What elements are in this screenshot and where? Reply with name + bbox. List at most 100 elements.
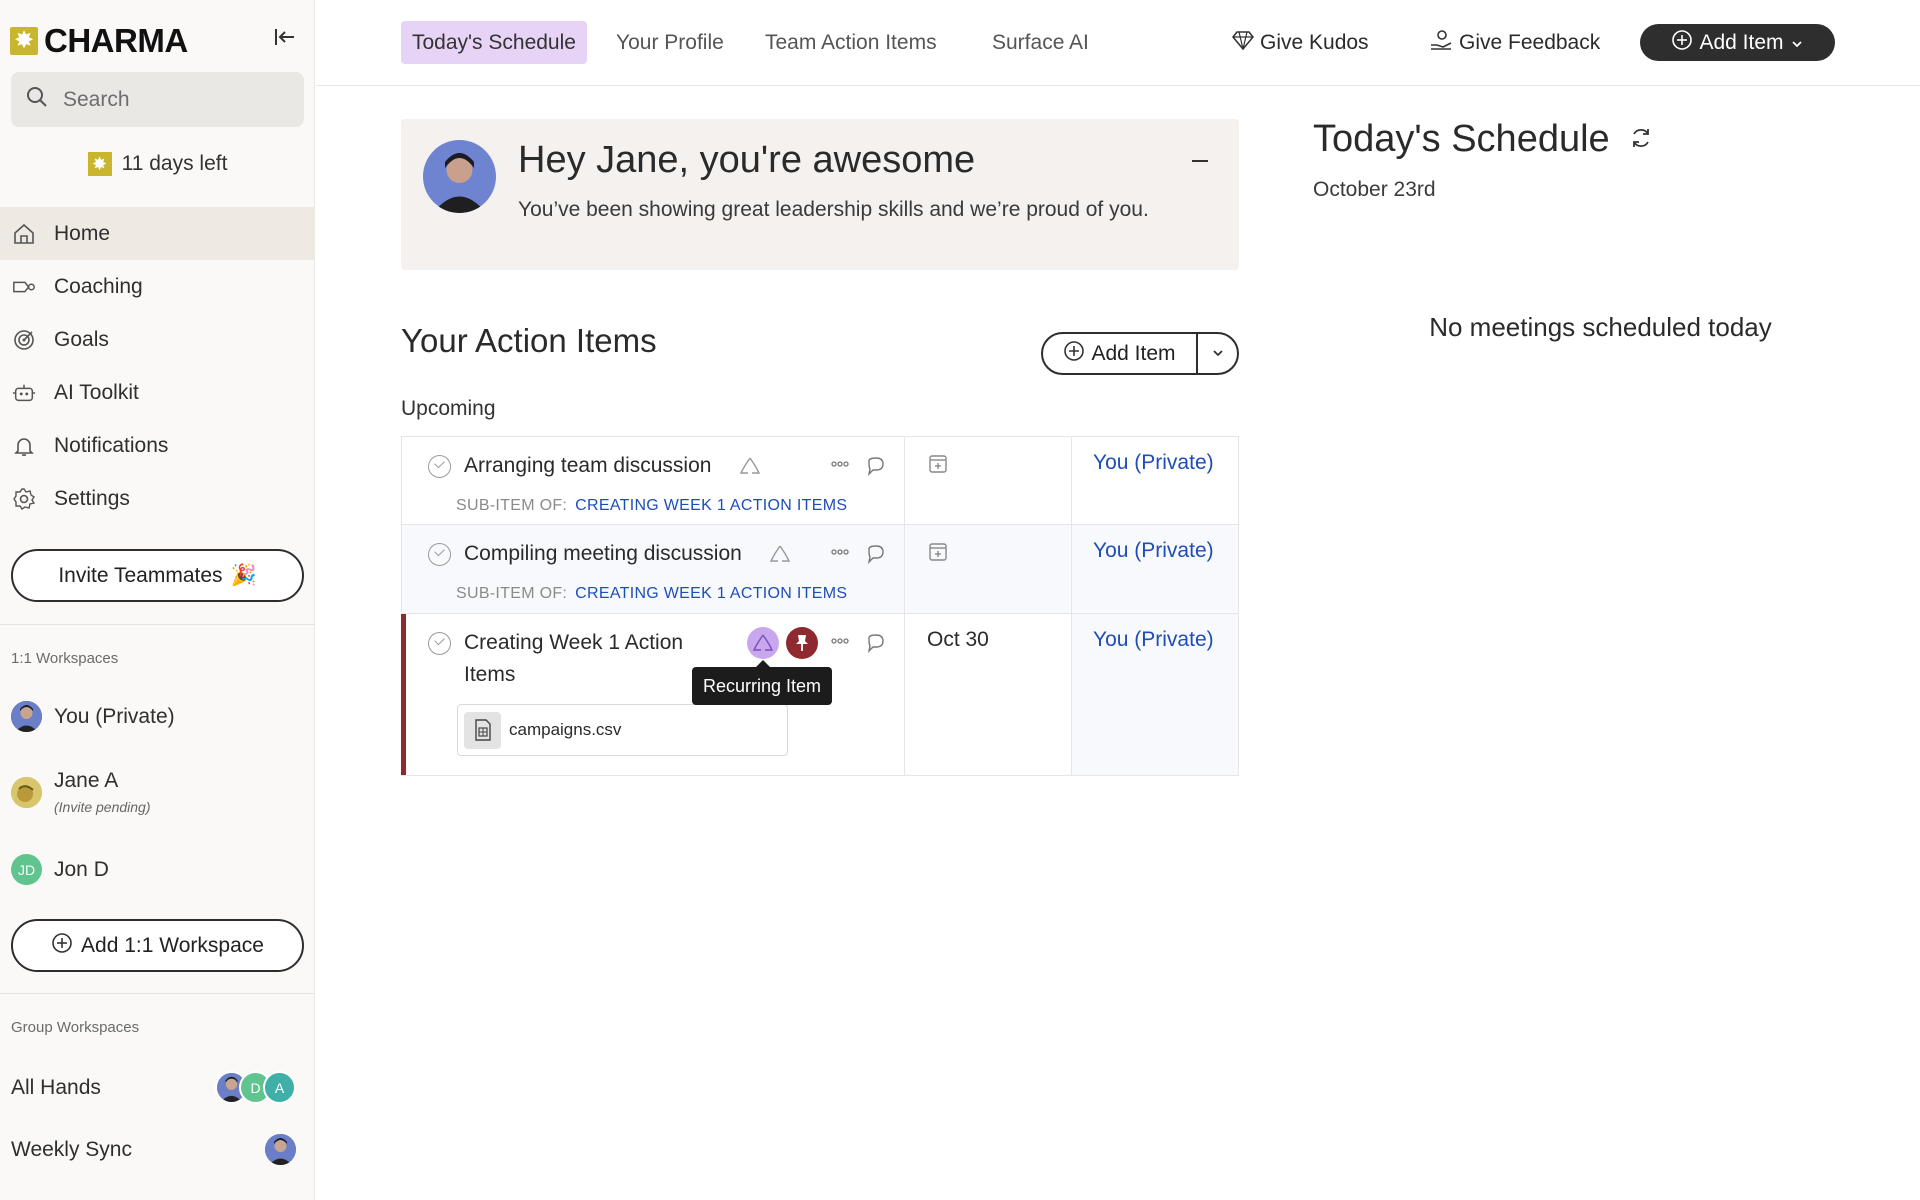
item-cell: Arranging team discussion SUB-ITEM OF: CR… — [402, 437, 905, 524]
table-row: Compiling meeting discussion SUB-ITEM OF… — [402, 525, 1238, 614]
owner-cell: You (Private) — [1072, 437, 1238, 524]
coaching-icon — [12, 275, 36, 299]
comment-icon[interactable] — [864, 454, 888, 478]
complete-checkbox[interactable] — [428, 543, 451, 566]
nav-item-ai-toolkit[interactable]: AI Toolkit — [0, 366, 315, 419]
sidebar-divider — [0, 993, 315, 994]
workspace-item-jane-a[interactable]: Jane A (Invite pending) — [11, 769, 304, 815]
plus-circle-icon — [1671, 29, 1693, 57]
group-section-label: Group Workspaces — [11, 1019, 140, 1036]
tab-surface-ai[interactable]: Surface AI — [981, 21, 1100, 64]
owner-link[interactable]: You (Private) — [1093, 539, 1214, 563]
parent-item-link[interactable]: CREATING WEEK 1 ACTION ITEMS — [575, 497, 847, 514]
invite-pending-status: (Invite pending) — [54, 799, 151, 815]
group-name: Weekly Sync — [11, 1137, 132, 1161]
attachment-chip[interactable]: campaigns.csv — [457, 704, 788, 756]
owner-cell: You (Private) — [1072, 614, 1238, 775]
empty-schedule-message: No meetings scheduled today — [1429, 312, 1772, 342]
trial-days-left: 11 days left — [121, 152, 228, 175]
feedback-hand-icon — [1429, 29, 1453, 57]
recurring-icon[interactable] — [747, 627, 779, 659]
trial-star-icon: ✸ — [87, 152, 112, 176]
comment-icon[interactable] — [864, 542, 888, 566]
chevron-down-icon — [1790, 31, 1804, 55]
owner-link[interactable]: You (Private) — [1093, 451, 1214, 475]
add-date-icon[interactable] — [926, 451, 950, 475]
trial-status[interactable]: ✸ 11 days left — [0, 152, 315, 176]
party-popper-icon: 🎉 — [230, 563, 257, 587]
add-item-menu-button[interactable]: Add Item — [1640, 24, 1835, 61]
invite-teammates-button[interactable]: Invite Teammates 🎉 — [11, 549, 304, 602]
avatar — [11, 776, 42, 808]
minimize-icon[interactable] — [1186, 149, 1214, 173]
add-item-dropdown-toggle[interactable] — [1198, 334, 1237, 373]
parent-item-link[interactable]: CREATING WEEK 1 ACTION ITEMS — [575, 585, 847, 602]
robot-icon — [12, 381, 36, 405]
workspace-name: Jane A — [54, 769, 119, 792]
group-item-all-hands[interactable]: All Hands D A — [11, 1071, 296, 1104]
workspace-item-you-private[interactable]: You (Private) — [11, 701, 304, 732]
sub-item-label: SUB-ITEM OF: CREATING WEEK 1 ACTION ITEMS — [456, 585, 847, 603]
home-icon — [12, 222, 36, 246]
kudos-message: You’ve been showing great leadership ski… — [518, 198, 1149, 221]
item-title[interactable]: Creating Week 1 Action Items — [464, 627, 709, 691]
kudos-card: Hey Jane, you're awesome You’ve been sho… — [401, 119, 1239, 270]
charma-logo[interactable]: CHARMA — [10, 22, 188, 60]
complete-checkbox[interactable] — [428, 455, 451, 478]
sub-item-prefix: SUB-ITEM OF: — [456, 497, 568, 514]
add-action-item-button[interactable]: Add Item — [1043, 334, 1198, 373]
plus-circle-icon — [51, 932, 73, 960]
give-feedback-button[interactable]: Give Feedback — [1429, 21, 1600, 64]
sub-item-label: SUB-ITEM OF: CREATING WEEK 1 ACTION ITEMS — [456, 497, 847, 515]
give-feedback-label: Give Feedback — [1459, 30, 1601, 54]
item-title[interactable]: Arranging team discussion — [464, 450, 711, 482]
workspace-text: Jane A (Invite pending) — [54, 769, 151, 815]
tab-todays-schedule[interactable]: Today's Schedule — [401, 21, 587, 64]
search-input[interactable] — [63, 87, 283, 112]
nav-item-goals[interactable]: Goals — [0, 313, 315, 366]
refresh-icon[interactable] — [1628, 118, 1654, 161]
more-options-icon[interactable] — [828, 452, 852, 476]
more-options-icon[interactable] — [828, 629, 852, 653]
nav-label: Settings — [54, 486, 130, 510]
item-title[interactable]: Compiling meeting discussion — [464, 538, 742, 570]
nav-item-home[interactable]: Home — [0, 207, 315, 260]
complete-checkbox[interactable] — [428, 632, 451, 655]
recurring-item-tooltip: Recurring Item — [692, 660, 833, 705]
due-date-cell — [905, 525, 1072, 613]
sub-item-prefix: SUB-ITEM OF: — [456, 585, 568, 602]
workspace-item-jon-d[interactable]: JD Jon D — [11, 854, 304, 885]
add-workspace-button[interactable]: Add 1:1 Workspace — [11, 919, 304, 972]
recurring-icon[interactable] — [738, 454, 762, 478]
search-box[interactable] — [11, 72, 304, 127]
schedule-date: October 23rd — [1313, 178, 1436, 201]
more-options-icon[interactable] — [828, 540, 852, 564]
pin-icon[interactable] — [786, 627, 818, 659]
add-item-label: Add Item — [1699, 30, 1784, 54]
tab-your-profile[interactable]: Your Profile — [605, 21, 735, 64]
member-avatar-stack: D A — [215, 1071, 296, 1104]
comment-icon[interactable] — [864, 631, 888, 655]
action-items-title: Your Action Items — [401, 322, 657, 359]
one-on-one-section-label: 1:1 Workspaces — [11, 650, 119, 667]
kudos-title: Hey Jane, you're awesome — [518, 139, 976, 181]
nav-item-notifications[interactable]: Notifications — [0, 419, 315, 472]
recurring-icon[interactable] — [768, 542, 792, 566]
attachment-filename: campaigns.csv — [509, 720, 622, 739]
avatar — [11, 701, 42, 732]
nav-item-coaching[interactable]: Coaching — [0, 260, 315, 313]
schedule-header: Today's Schedule — [1313, 118, 1654, 161]
owner-link[interactable]: You (Private) — [1093, 628, 1214, 652]
add-date-icon[interactable] — [926, 539, 950, 563]
main-nav: Home Coaching Goals AI Toolkit Notificat… — [0, 207, 315, 525]
nav-item-settings[interactable]: Settings — [0, 472, 315, 525]
give-kudos-button[interactable]: Give Kudos — [1231, 21, 1369, 64]
due-date[interactable]: Oct 30 — [927, 628, 989, 652]
group-item-weekly-sync[interactable]: Weekly Sync — [11, 1134, 296, 1165]
collapse-sidebar-icon[interactable] — [270, 24, 300, 50]
search-icon — [25, 85, 49, 114]
due-date-cell — [905, 437, 1072, 524]
invite-label: Invite Teammates — [58, 563, 223, 587]
logo-text: CHARMA — [44, 22, 188, 59]
tab-team-action-items[interactable]: Team Action Items — [754, 21, 948, 64]
